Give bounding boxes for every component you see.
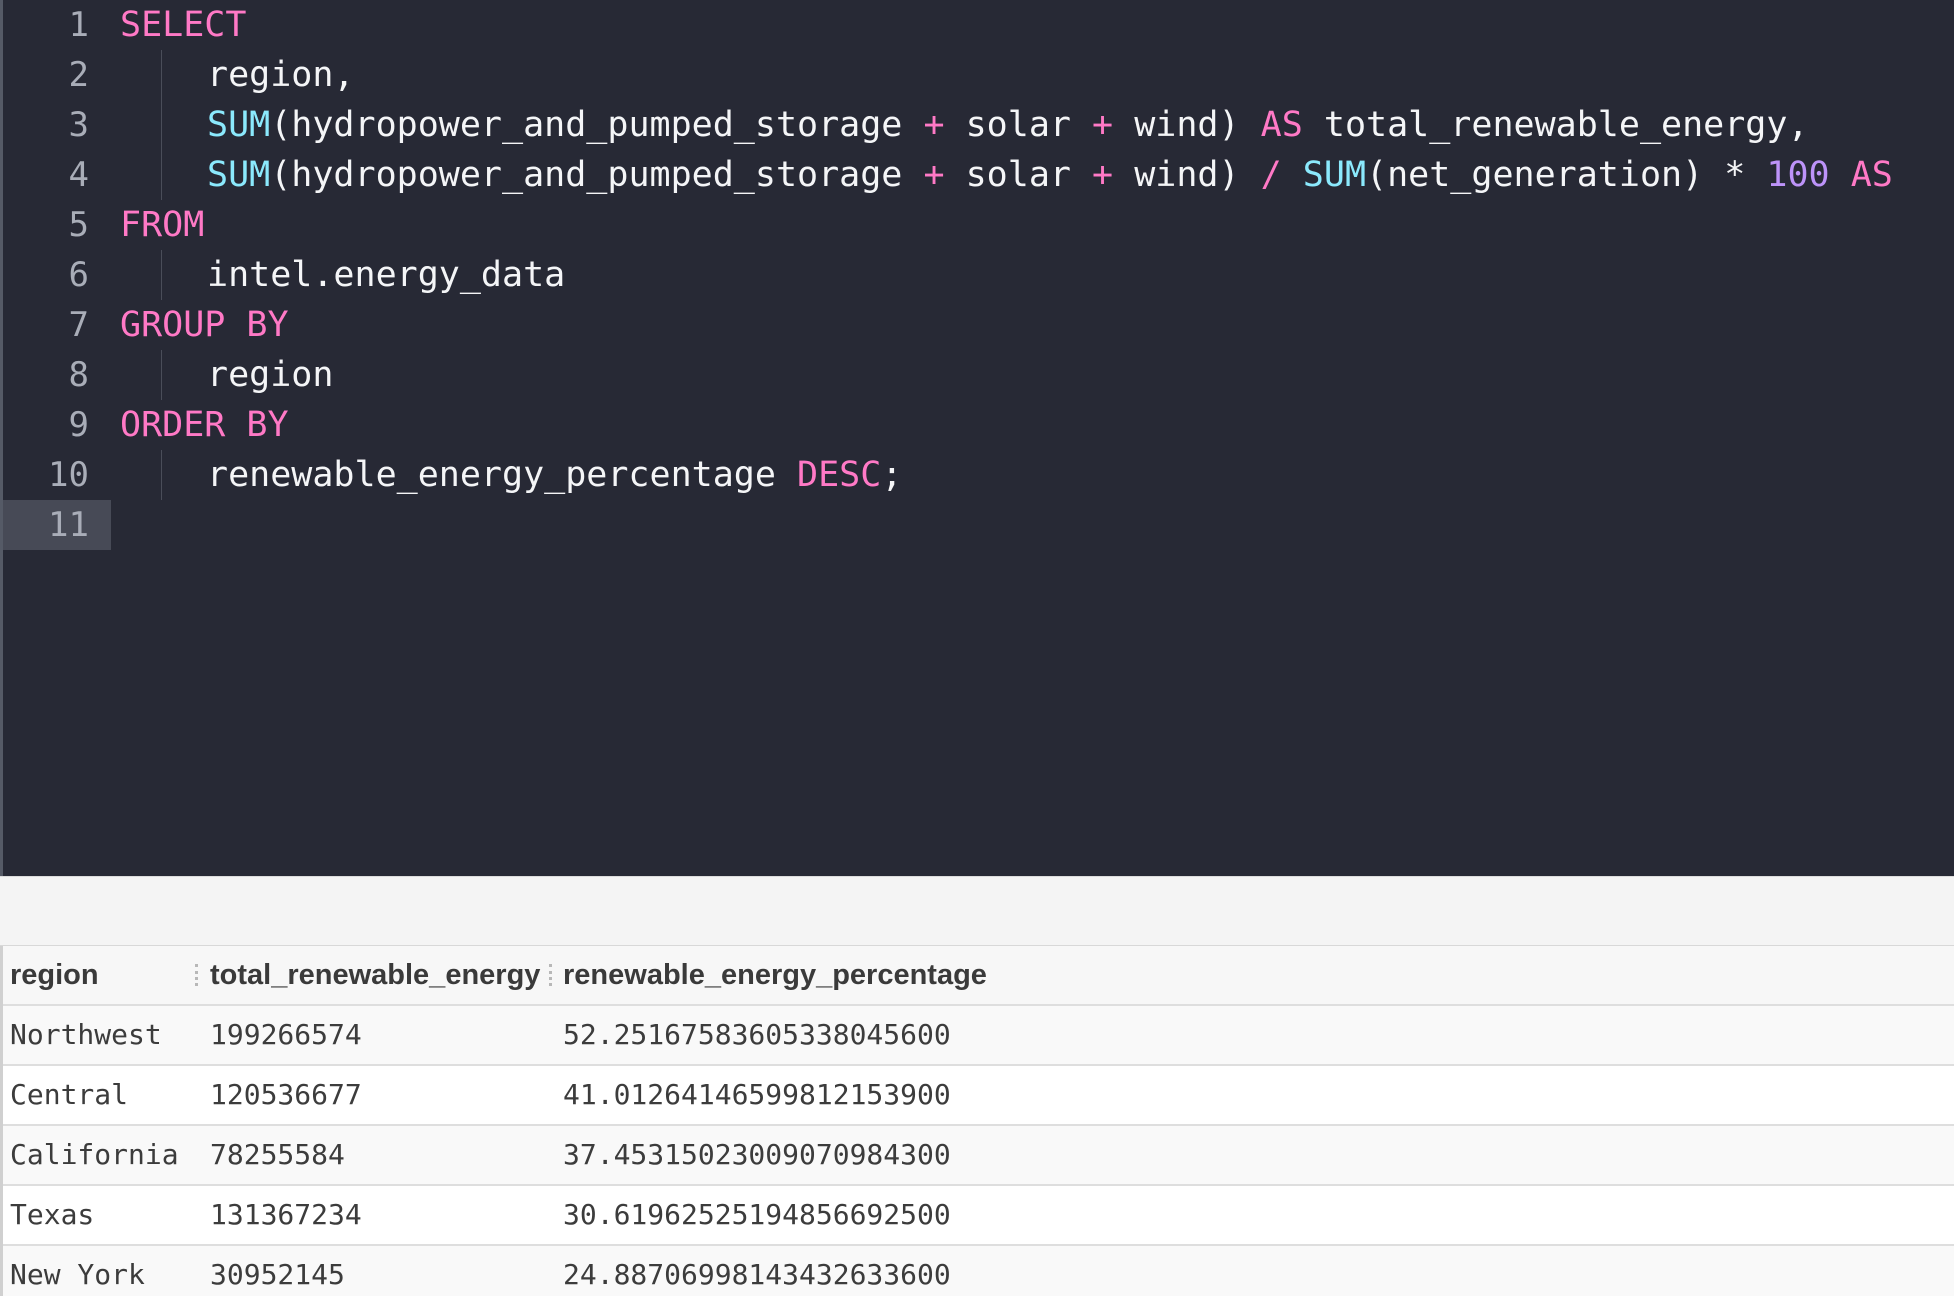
line-number: 8 bbox=[68, 355, 89, 395]
table-cell[interactable]: 131367234 bbox=[210, 1186, 550, 1244]
results-toolbar bbox=[0, 876, 1954, 946]
code-text: FROM bbox=[120, 200, 204, 250]
table-row[interactable]: California 78255584 37.4531502300907098430… bbox=[3, 1126, 1954, 1186]
table-cell[interactable]: 41.01264146599812153900 bbox=[563, 1066, 1363, 1124]
line-number: 6 bbox=[68, 255, 89, 295]
code-token-plain: intel.energy_data bbox=[207, 255, 566, 295]
line-number: 3 bbox=[68, 105, 89, 145]
table-cell[interactable]: 120536677 bbox=[210, 1066, 550, 1124]
line-number: 2 bbox=[68, 55, 89, 95]
code-line[interactable]: 2 region, bbox=[3, 50, 1954, 100]
line-number: 1 bbox=[68, 5, 89, 45]
line-number: 11 bbox=[3, 500, 111, 550]
code-token-plain: ; bbox=[881, 455, 903, 495]
column-resize-handle[interactable] bbox=[195, 964, 198, 986]
code-token-fn: SUM bbox=[207, 105, 271, 145]
code-token-op: / bbox=[1260, 155, 1282, 195]
code-token-plain: (hydropower_and_pumped_storage bbox=[270, 155, 924, 195]
table-row[interactable]: Northwest 199266574 52.2516758360533804560… bbox=[3, 1006, 1954, 1066]
code-text: SELECT bbox=[120, 0, 246, 50]
code-line[interactable]: 6 intel.energy_data bbox=[3, 250, 1954, 300]
code-line[interactable]: 3 SUM(hydropower_and_pumped_storage + sol… bbox=[3, 100, 1954, 150]
code-line[interactable]: 5 FROM bbox=[3, 200, 1954, 250]
code-line[interactable]: 4 SUM(hydropower_and_pumped_storage + sol… bbox=[3, 150, 1954, 200]
table-cell[interactable]: 37.45315023009070984300 bbox=[563, 1126, 1363, 1184]
table-row[interactable]: Texas 131367234 30.61962525194856692500 bbox=[3, 1186, 1954, 1246]
line-number: 5 bbox=[68, 205, 89, 245]
column-header-region[interactable]: region bbox=[10, 946, 190, 1004]
code-token-fn: SUM bbox=[1302, 155, 1367, 195]
indent-guide bbox=[161, 150, 162, 200]
table-cell[interactable]: Texas bbox=[10, 1186, 190, 1244]
code-token-kw: AS bbox=[1850, 155, 1893, 195]
code-token-num: 100 bbox=[1766, 155, 1830, 195]
code-token-plain: region, bbox=[207, 55, 355, 95]
results-grid: region total_renewable_energy renewable_… bbox=[0, 946, 1954, 1296]
code-text: ORDER BY bbox=[120, 400, 289, 450]
code-token-op: + bbox=[923, 155, 945, 195]
table-cell[interactable]: 78255584 bbox=[210, 1126, 550, 1184]
code-text: SUM(hydropower_and_pumped_storage + sola… bbox=[207, 150, 1893, 200]
line-number: 7 bbox=[68, 305, 89, 345]
code-line[interactable]: 9 ORDER BY bbox=[3, 400, 1954, 450]
sql-editor[interactable]: 1 SELECT 2 region, 3 SUM(hydropower_and_pumpe… bbox=[0, 0, 1954, 876]
column-resize-handle[interactable] bbox=[549, 964, 552, 986]
code-token-plain: solar bbox=[944, 105, 1093, 145]
code-token-plain: solar bbox=[944, 155, 1093, 195]
code-token-op: + bbox=[1092, 105, 1114, 145]
table-cell[interactable]: New York bbox=[10, 1246, 190, 1296]
column-header-renewable-energy-percentage[interactable]: renewable_energy_percentage bbox=[563, 946, 991, 1004]
table-cell[interactable]: Central bbox=[10, 1066, 190, 1124]
code-text: region bbox=[207, 350, 333, 400]
code-token-kw: FROM bbox=[120, 205, 205, 245]
table-cell[interactable]: California bbox=[10, 1126, 190, 1184]
table-row[interactable]: New York 30952145 24.88706998143432633600 bbox=[3, 1246, 1954, 1296]
table-cell[interactable]: Northwest bbox=[10, 1006, 190, 1064]
code-token-kw: GROUP BY bbox=[120, 305, 289, 345]
code-line[interactable]: 7 GROUP BY bbox=[3, 300, 1954, 350]
indent-guide bbox=[161, 50, 162, 100]
table-cell[interactable]: 199266574 bbox=[210, 1006, 550, 1064]
code-text: region, bbox=[207, 50, 355, 100]
code-token-plain: (hydropower_and_pumped_storage bbox=[270, 105, 924, 145]
table-row[interactable]: Central 120536677 41.01264146599812153900 bbox=[3, 1066, 1954, 1126]
line-number: 4 bbox=[68, 155, 89, 195]
table-cell[interactable]: 52.25167583605338045600 bbox=[563, 1006, 1363, 1064]
code-token-plain: wind) bbox=[1113, 105, 1261, 145]
code-token-kw: SELECT bbox=[120, 5, 247, 45]
table-cell[interactable]: 30952145 bbox=[210, 1246, 550, 1296]
code-token-op: + bbox=[1092, 155, 1114, 195]
table-cell[interactable]: 24.88706998143432633600 bbox=[563, 1246, 1363, 1296]
code-token-plain: renewable_energy_percentage bbox=[207, 455, 798, 495]
code-line[interactable]: 11 bbox=[3, 500, 1954, 550]
code-token-kw: DESC bbox=[797, 455, 882, 495]
code-token-plain: total_renewable_energy, bbox=[1302, 105, 1809, 145]
code-token-fn: SUM bbox=[207, 155, 271, 195]
code-token-plain: region bbox=[207, 355, 334, 395]
code-line[interactable]: 1 SELECT bbox=[3, 0, 1954, 50]
indent-guide bbox=[161, 350, 162, 400]
code-text: renewable_energy_percentage DESC; bbox=[207, 450, 902, 500]
code-token-kw: AS bbox=[1260, 105, 1303, 145]
code-token-op: + bbox=[923, 105, 945, 145]
code-line[interactable]: 10 renewable_energy_percentage DESC; bbox=[3, 450, 1954, 500]
table-cell[interactable]: 30.61962525194856692500 bbox=[563, 1186, 1363, 1244]
line-number: 9 bbox=[68, 405, 89, 445]
indent-guide bbox=[161, 250, 162, 300]
indent-guide bbox=[161, 450, 162, 500]
line-number: 10 bbox=[48, 455, 89, 495]
column-header-total-renewable-energy[interactable]: total_renewable_energy bbox=[210, 946, 550, 1004]
code-token-plain: wind) bbox=[1113, 155, 1261, 195]
code-line[interactable]: 8 region bbox=[3, 350, 1954, 400]
results-header-row: region total_renewable_energy renewable_… bbox=[3, 946, 1954, 1006]
code-token-plain: (net_generation) * bbox=[1366, 155, 1767, 195]
indent-guide bbox=[161, 100, 162, 150]
code-token-kw: ORDER BY bbox=[120, 405, 289, 445]
code-text: SUM(hydropower_and_pumped_storage + sola… bbox=[207, 100, 1809, 150]
code-text: GROUP BY bbox=[120, 300, 289, 350]
code-text: intel.energy_data bbox=[207, 250, 565, 300]
